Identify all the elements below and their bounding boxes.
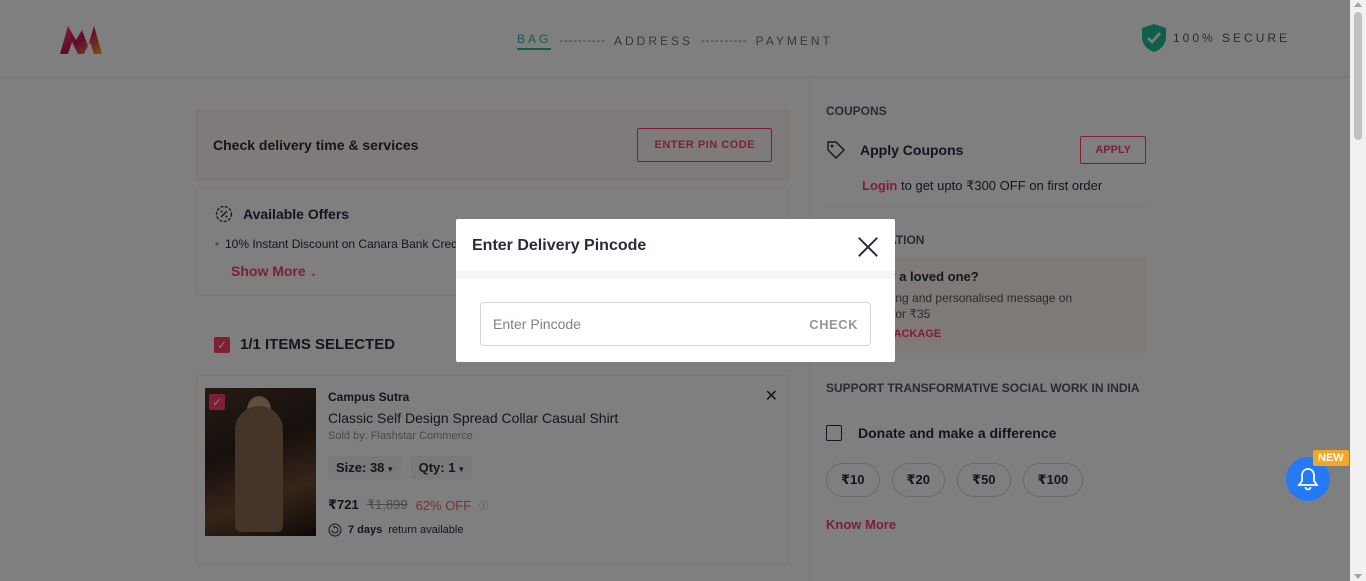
pincode-input[interactable]	[493, 316, 810, 332]
bell-icon	[1297, 468, 1319, 491]
modal-title: Enter Delivery Pincode	[472, 237, 647, 254]
pincode-modal: Enter Delivery Pincode CHECK	[456, 219, 895, 362]
modal-header: Enter Delivery Pincode	[456, 219, 895, 279]
check-pincode-button[interactable]: CHECK	[809, 317, 858, 332]
scrollbar[interactable]	[1350, 0, 1366, 581]
scroll-down-icon[interactable]	[1354, 574, 1362, 579]
new-badge: NEW	[1313, 450, 1349, 466]
scroll-up-icon[interactable]	[1354, 2, 1362, 7]
scrollbar-thumb[interactable]	[1354, 12, 1362, 140]
close-icon[interactable]	[857, 236, 879, 258]
pincode-field-wrapper: CHECK	[480, 302, 871, 346]
